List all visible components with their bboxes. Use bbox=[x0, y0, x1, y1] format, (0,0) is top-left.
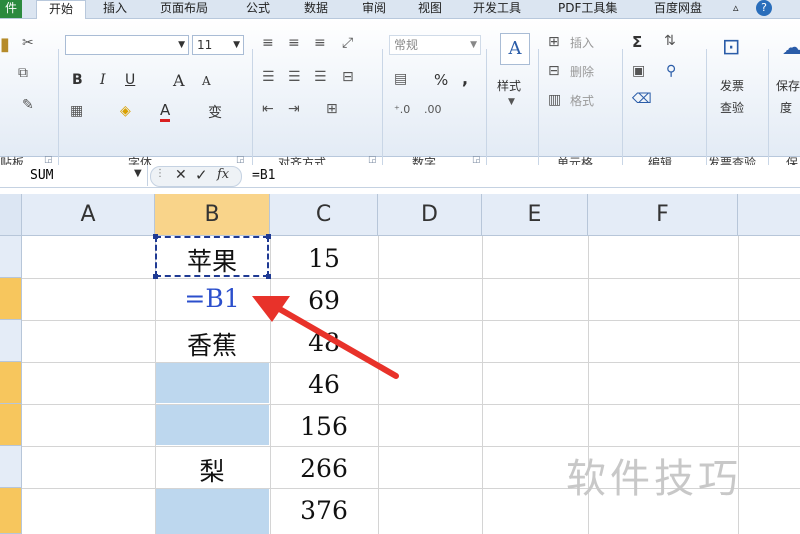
arrow-shaft bbox=[273, 304, 399, 379]
watermark: 软件技巧 bbox=[566, 456, 742, 502]
